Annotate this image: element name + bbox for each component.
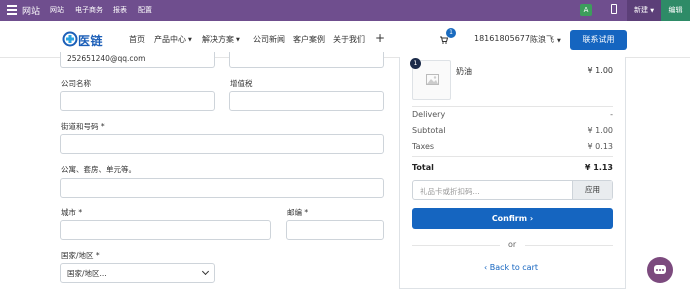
gift-card-placeholder: 礼品卡或折扣码... [420, 187, 480, 196]
user-avatar[interactable]: A [580, 4, 592, 16]
nav-cases[interactable]: 客户案例 [293, 34, 325, 45]
or-divider-left [412, 245, 500, 246]
vat-label: 增值税 [230, 79, 253, 88]
company-label: 公司名称 [61, 79, 91, 88]
subtotal-value: ¥ 1.00 [587, 126, 613, 135]
nav-home[interactable]: 首页 [129, 34, 145, 45]
street2-label: 公寓、套房、单元等。 [61, 165, 136, 174]
chat-button[interactable] [647, 257, 673, 283]
street-label: 街道和号码 * [61, 122, 105, 131]
nav-solutions-label: 解决方案 [202, 35, 234, 44]
contact-trial-button[interactable]: 联系试用 [570, 30, 627, 50]
admin-menu-ecommerce[interactable]: 电子商务 [75, 5, 103, 15]
nav-about[interactable]: 关于我们 [333, 34, 365, 45]
city-label: 城市 * [61, 208, 83, 217]
chevron-down-icon [201, 267, 210, 276]
admin-menu-reports[interactable]: 报表 [113, 5, 127, 15]
country-select[interactable]: 国家/地区... [60, 263, 215, 283]
admin-menu-config[interactable]: 配置 [138, 5, 152, 15]
admin-brand[interactable]: 网站 [22, 4, 40, 17]
product-price: ¥ 1.00 [587, 66, 613, 75]
chevron-down-icon: ▼ [188, 36, 192, 43]
new-button-label: 新建 [634, 6, 648, 14]
nav-products[interactable]: 产品中心 ▼ [154, 34, 192, 45]
or-divider-right [525, 245, 613, 246]
company-field[interactable] [60, 91, 215, 111]
admin-menu-website[interactable]: 网站 [50, 5, 64, 15]
chat-bubble-icon [654, 265, 666, 274]
nav-products-label: 产品中心 [154, 35, 186, 44]
confirm-button[interactable]: Confirm › [412, 208, 613, 229]
menu-icon[interactable] [7, 5, 17, 15]
cart-icon[interactable] [440, 36, 448, 44]
summary-divider [412, 106, 613, 107]
nav-solutions[interactable]: 解决方案 ▼ [202, 34, 240, 45]
email-value: 252651240@qq.com [67, 54, 146, 63]
zip-field[interactable] [286, 220, 384, 240]
subtotal-row: Subtotal ¥ 1.00 [412, 126, 613, 135]
street-field[interactable] [60, 134, 384, 154]
phone-field[interactable] [229, 52, 384, 68]
total-value: ¥ 1.13 [584, 163, 613, 172]
gift-card-input[interactable]: 礼品卡或折扣码... 应用 [412, 180, 613, 200]
site-logo[interactable]: 医链通 [62, 28, 114, 65]
taxes-label: Taxes [412, 142, 435, 151]
country-label: 国家/地区 * [61, 251, 100, 260]
city-field[interactable] [60, 220, 271, 240]
phone-number: 18161805677 [474, 34, 530, 43]
country-value: 国家/地区... [67, 269, 107, 278]
delivery-label: Delivery [412, 110, 446, 119]
user-name: 陈浪飞 [530, 35, 554, 44]
chevron-down-icon: ▼ [557, 38, 561, 44]
subtotal-label: Subtotal [412, 126, 446, 135]
delivery-row: Delivery - [412, 110, 613, 119]
add-icon[interactable]: + [375, 31, 385, 45]
or-label: or [508, 240, 517, 249]
chevron-down-icon: ▼ [650, 8, 655, 14]
vat-field[interactable] [229, 91, 384, 111]
apply-button[interactable]: 应用 [572, 181, 612, 199]
new-button[interactable]: 新建 ▼ [627, 0, 661, 21]
street2-field[interactable] [60, 178, 384, 198]
image-placeholder-icon [426, 74, 439, 85]
back-to-cart-link[interactable]: ‹ Back to cart [484, 263, 538, 272]
mobile-preview-icon[interactable] [611, 4, 617, 14]
taxes-row: Taxes ¥ 0.13 [412, 142, 613, 151]
product-name[interactable]: 奶油 [456, 66, 472, 77]
total-row: Total ¥ 1.13 [412, 163, 613, 172]
admin-bar: 网站 网站 电子商务 报表 配置 A 新建 ▼ 编辑 [0, 0, 690, 21]
summary-divider [412, 156, 613, 157]
delivery-value: - [610, 110, 613, 119]
cart-count-badge: 1 [446, 28, 456, 38]
nav-news[interactable]: 公司新闻 [253, 34, 285, 45]
zip-label: 邮编 * [287, 208, 309, 217]
chevron-down-icon: ▼ [236, 36, 240, 43]
user-menu[interactable]: 陈浪飞 ▼ [530, 34, 561, 45]
total-label: Total [412, 163, 434, 172]
edit-button[interactable]: 编辑 [661, 0, 690, 21]
email-field[interactable]: 252651240@qq.com [60, 52, 215, 68]
item-qty-badge: 1 [410, 58, 421, 69]
taxes-value: ¥ 0.13 [587, 142, 613, 151]
